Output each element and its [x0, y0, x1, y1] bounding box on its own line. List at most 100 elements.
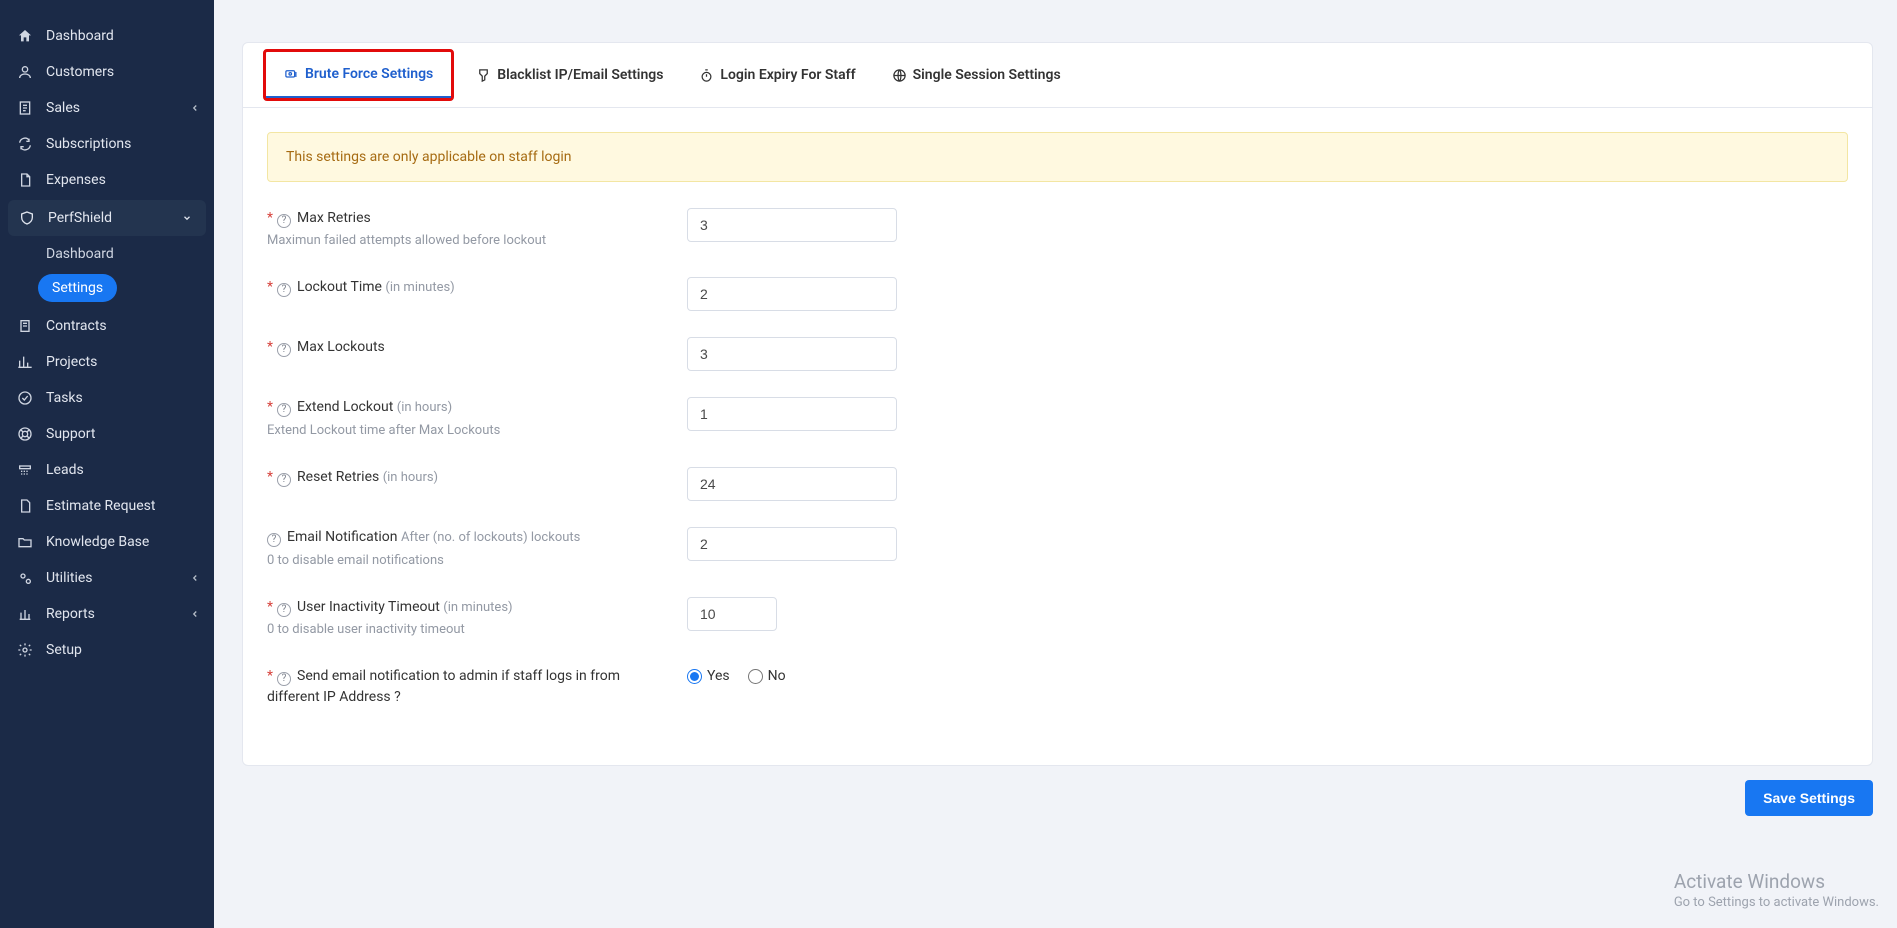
sidebar-item-label: Leads	[46, 462, 84, 478]
reset-retries-input[interactable]	[687, 467, 897, 501]
sidebar-item-label: Estimate Request	[46, 498, 156, 514]
clipboard-icon	[16, 318, 34, 334]
sidebar-item-label: Tasks	[46, 390, 83, 406]
chevron-down-icon	[182, 213, 192, 223]
tabs-bar: Brute Force Settings Blacklist IP/Email …	[243, 43, 1872, 108]
check-circle-icon	[16, 390, 34, 406]
sidebar-item-label: Setup	[46, 642, 82, 658]
help-icon[interactable]: ?	[267, 533, 281, 547]
field-label: User Inactivity Timeout	[297, 599, 443, 615]
sidebar-item-label: Customers	[46, 64, 114, 80]
help-icon[interactable]: ?	[277, 672, 291, 686]
cogs-icon	[16, 570, 34, 586]
radio-yes-label[interactable]: Yes	[687, 668, 730, 684]
field-hint: After (no. of lockouts) lockouts	[401, 530, 580, 545]
lifebuoy-icon	[16, 426, 34, 442]
receipt-icon	[16, 100, 34, 116]
radio-no[interactable]	[748, 669, 763, 684]
tab-label: Login Expiry For Staff	[720, 67, 855, 83]
row-send-email-diff-ip: *?Send email notification to admin if st…	[267, 666, 1848, 707]
help-icon[interactable]: ?	[277, 473, 291, 487]
lockout-time-input[interactable]	[687, 277, 897, 311]
sidebar: Dashboard Customers Sales Subscriptions …	[0, 0, 214, 928]
sidebar-item-customers[interactable]: Customers	[0, 54, 214, 90]
field-helper: Extend Lockout time after Max Lockouts	[267, 422, 667, 441]
sidebar-item-knowledge-base[interactable]: Knowledge Base	[0, 524, 214, 560]
tab-label: Brute Force Settings	[305, 66, 433, 82]
tab-login-expiry[interactable]: Login Expiry For Staff	[681, 47, 873, 103]
sidebar-sub-settings[interactable]: Settings	[38, 274, 117, 302]
max-lockouts-input[interactable]	[687, 337, 897, 371]
row-max-retries: *?Max Retries Maximun failed attempts al…	[267, 208, 1848, 251]
document-icon	[16, 172, 34, 188]
sidebar-item-estimate-request[interactable]: Estimate Request	[0, 488, 214, 524]
sidebar-item-expenses[interactable]: Expenses	[0, 162, 214, 198]
chevron-left-icon	[190, 573, 200, 583]
radio-yes-text: Yes	[707, 668, 730, 684]
field-label: Send email notification to admin if staf…	[267, 668, 620, 704]
help-icon[interactable]: ?	[277, 603, 291, 617]
sidebar-item-label: Contracts	[46, 318, 107, 334]
chart-icon	[16, 354, 34, 370]
stopwatch-icon	[699, 68, 714, 83]
fingerprint-icon	[284, 67, 299, 82]
leads-icon	[16, 462, 34, 478]
tab-single-session[interactable]: Single Session Settings	[874, 47, 1079, 103]
help-icon[interactable]: ?	[277, 403, 291, 417]
max-retries-input[interactable]	[687, 208, 897, 242]
required-asterisk: *	[267, 399, 273, 415]
help-icon[interactable]: ?	[277, 214, 291, 228]
help-icon[interactable]: ?	[277, 343, 291, 357]
field-helper: 0 to disable email notifications	[267, 552, 667, 571]
sidebar-item-leads[interactable]: Leads	[0, 452, 214, 488]
brute-force-form: *?Max Retries Maximun failed attempts al…	[267, 208, 1848, 707]
email-notification-input[interactable]	[687, 527, 897, 561]
sidebar-item-projects[interactable]: Projects	[0, 344, 214, 380]
sidebar-item-label: Projects	[46, 354, 97, 370]
sidebar-item-contracts[interactable]: Contracts	[0, 308, 214, 344]
sidebar-item-support[interactable]: Support	[0, 416, 214, 452]
home-icon	[16, 28, 34, 44]
extend-lockout-input[interactable]	[687, 397, 897, 431]
chevron-left-icon	[190, 103, 200, 113]
sidebar-item-sales[interactable]: Sales	[0, 90, 214, 126]
sidebar-item-perfshield[interactable]: PerfShield	[8, 200, 206, 236]
sidebar-item-subscriptions[interactable]: Subscriptions	[0, 126, 214, 162]
tab-label: Blacklist IP/Email Settings	[497, 67, 663, 83]
sidebar-item-dashboard[interactable]: Dashboard	[0, 18, 214, 54]
tab-blacklist[interactable]: Blacklist IP/Email Settings	[458, 47, 681, 103]
sidebar-item-reports[interactable]: Reports	[0, 596, 214, 632]
sidebar-item-label: Expenses	[46, 172, 106, 188]
save-settings-button[interactable]: Save Settings	[1745, 780, 1873, 816]
required-asterisk: *	[267, 339, 273, 355]
main-content: Brute Force Settings Blacklist IP/Email …	[214, 0, 1897, 928]
row-reset-retries: *?Reset Retries (in hours)	[267, 467, 1848, 501]
blacklist-icon	[476, 68, 491, 83]
sidebar-item-setup[interactable]: Setup	[0, 632, 214, 668]
info-alert: This settings are only applicable on sta…	[267, 132, 1848, 182]
radio-yes[interactable]	[687, 669, 702, 684]
gear-icon	[16, 642, 34, 658]
required-asterisk: *	[267, 210, 273, 226]
sidebar-sub-dashboard[interactable]: Dashboard	[44, 238, 214, 270]
help-icon[interactable]: ?	[277, 283, 291, 297]
row-user-inactivity: *?User Inactivity Timeout (in minutes) 0…	[267, 597, 1848, 641]
row-max-lockouts: *? Max Lockouts	[267, 337, 1848, 371]
required-asterisk: *	[267, 668, 273, 684]
tab-brute-force[interactable]: Brute Force Settings	[266, 52, 451, 98]
field-label: Max Lockouts	[297, 339, 385, 355]
field-label: Email Notification	[287, 529, 401, 545]
settings-card: Brute Force Settings Blacklist IP/Email …	[242, 42, 1873, 766]
row-extend-lockout: *?Extend Lockout (in hours) Extend Locko…	[267, 397, 1848, 441]
field-label: Reset Retries	[297, 469, 383, 485]
radio-no-label[interactable]: No	[748, 668, 786, 684]
tab-highlight-box: Brute Force Settings	[263, 49, 454, 101]
sidebar-item-label: Sales	[46, 100, 80, 116]
required-asterisk: *	[267, 469, 273, 485]
sidebar-item-tasks[interactable]: Tasks	[0, 380, 214, 416]
sidebar-item-label: PerfShield	[48, 210, 112, 226]
sidebar-item-label: Reports	[46, 606, 95, 622]
tab-label: Single Session Settings	[913, 67, 1061, 83]
user-inactivity-input[interactable]	[687, 597, 777, 631]
sidebar-item-utilities[interactable]: Utilities	[0, 560, 214, 596]
